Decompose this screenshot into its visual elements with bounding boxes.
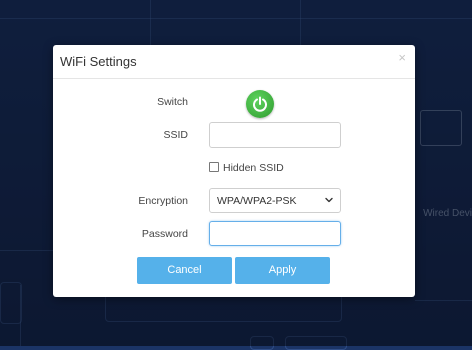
chevron-down-icon	[325, 197, 333, 203]
hidden-ssid-checkbox[interactable]	[209, 162, 219, 172]
close-icon[interactable]: ×	[398, 51, 406, 65]
hidden-ssid-option[interactable]: Hidden SSID	[209, 162, 284, 174]
apply-button[interactable]: Apply	[235, 257, 330, 284]
encryption-selected-value: WPA/WPA2-PSK	[217, 195, 297, 207]
password-input[interactable]	[209, 221, 341, 246]
ssid-label: SSID	[163, 129, 188, 141]
wifi-power-toggle[interactable]	[246, 90, 274, 118]
ssid-input[interactable]	[209, 122, 341, 148]
encryption-label: Encryption	[138, 195, 188, 207]
dialog-header: WiFi Settings ×	[53, 45, 415, 79]
cancel-button[interactable]: Cancel	[137, 257, 232, 284]
wifi-settings-dialog: WiFi Settings × Switch SSID Hidden SSID …	[53, 45, 415, 297]
dialog-title: WiFi Settings	[60, 54, 137, 69]
power-icon	[253, 96, 267, 112]
password-label: Password	[141, 228, 188, 240]
hidden-ssid-label: Hidden SSID	[223, 162, 284, 174]
encryption-select[interactable]: WPA/WPA2-PSK	[209, 188, 341, 213]
switch-label: Switch	[157, 96, 188, 108]
